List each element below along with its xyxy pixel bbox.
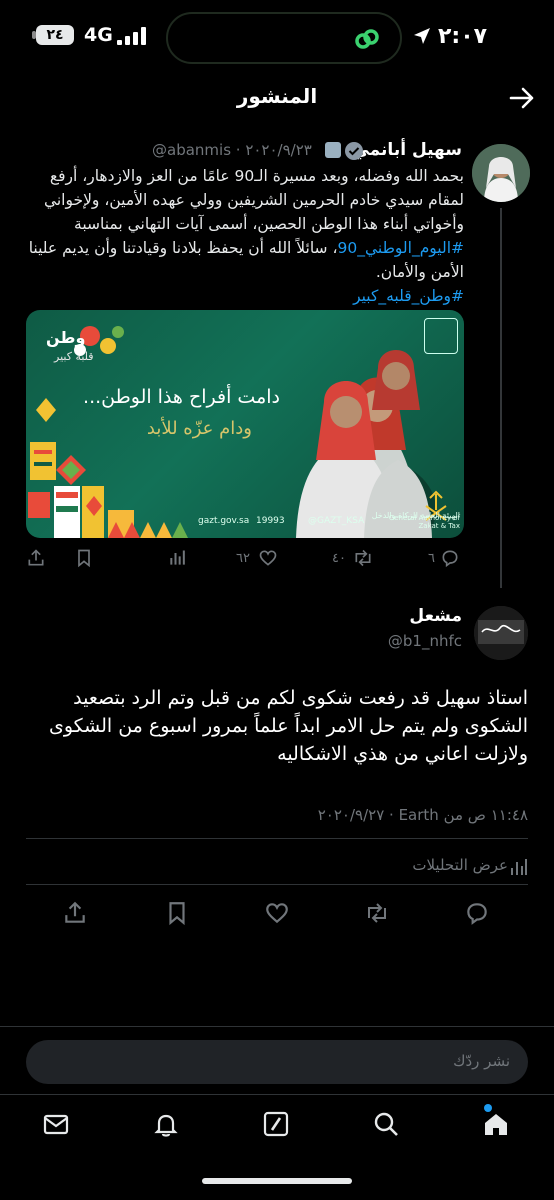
logo-badge: [424, 318, 458, 354]
tweet-text: بحمد الله وفضله، وبعد مسيرة الـ90 عامًا …: [14, 164, 464, 308]
share-icon[interactable]: [26, 548, 46, 568]
author-name[interactable]: مشعل: [409, 606, 462, 626]
compose-icon[interactable]: [262, 1110, 290, 1138]
network-type: 4G: [84, 24, 113, 46]
verified-badge-icon: [345, 142, 363, 160]
like-count: ٦٢: [236, 551, 250, 566]
avatar-photo: [472, 144, 530, 202]
view-analytics-link[interactable]: عرض التحليلات: [412, 856, 508, 874]
campaign-brand: وطن: [46, 328, 86, 347]
reply-icon[interactable]: [464, 900, 490, 926]
media-website: gazt.gov.sa: [198, 516, 250, 526]
analytics-icon[interactable]: [510, 858, 528, 876]
tweet-media-image[interactable]: وطن قلبه كبير دامت أفراح هذا الوطن... ود…: [26, 310, 464, 538]
home-indicator: [202, 1178, 352, 1184]
hashtag-link[interactable]: #اليوم_الوطني_90: [337, 239, 464, 257]
author-handle: @b1_nhfc: [387, 632, 462, 650]
battery-level: ٢٤: [36, 25, 74, 45]
bookmark-icon[interactable]: [74, 548, 94, 568]
signal-strength-icon: [117, 27, 146, 45]
arrow-right-icon[interactable]: [508, 86, 536, 110]
tweet-body: بحمد الله وفضله، وبعد مسيرة الـ90 عامًا …: [43, 167, 464, 233]
media-authority-en: General Authority of Zakat & Tax: [388, 514, 460, 530]
reply-placeholder: نشر ردّك: [453, 1052, 510, 1070]
media-phone: 19993: [256, 516, 285, 526]
heart-icon[interactable]: [264, 900, 290, 926]
media-headline: دامت أفراح هذا الوطن...: [83, 386, 280, 408]
reply-icon[interactable]: [440, 548, 460, 568]
avatar[interactable]: [474, 606, 528, 660]
portrait-figures: [296, 350, 436, 538]
avatar[interactable]: [472, 144, 530, 202]
bell-icon[interactable]: [152, 1110, 180, 1138]
thread-line: [500, 208, 502, 588]
media-subheadline: ودام عزّه للأبد: [146, 418, 252, 439]
reply-text: استاذ سهيل قد رفعت شكوى لكم من قبل وتم ا…: [48, 687, 528, 765]
hashtag-link[interactable]: #وطن_قلبه_كبير: [353, 287, 464, 305]
campaign-brand-sub: قلبه كبير: [54, 350, 94, 363]
search-icon[interactable]: [372, 1110, 400, 1138]
media-social-handle: @GAZT_KSA: [308, 516, 365, 526]
divider: [0, 1026, 554, 1027]
divider: [26, 884, 528, 885]
status-time: ٢:٠٧: [438, 24, 488, 49]
author-name[interactable]: سهيل أبانمي: [352, 140, 462, 160]
avatar-photo: [474, 606, 528, 660]
link-chain-icon: [355, 29, 379, 49]
location-arrow-icon: [414, 28, 430, 44]
flag-badge-icon: [325, 142, 341, 158]
home-icon[interactable]: [482, 1110, 510, 1138]
views-icon[interactable]: [168, 548, 188, 568]
author-handle-date: @abanmis · ٢٠٢٠/٩/٢٣: [152, 141, 312, 159]
page-title: المنشور: [236, 84, 318, 108]
reply-count: ٦: [428, 551, 435, 566]
retweet-icon[interactable]: [364, 900, 390, 926]
post-timestamp: ١١:٤٨ ص من Earth · ٢٠٢٠/٩/٢٧: [317, 806, 528, 824]
share-icon[interactable]: [62, 900, 88, 926]
heart-icon[interactable]: [258, 548, 278, 568]
divider: [26, 838, 528, 839]
retweet-icon[interactable]: [352, 548, 374, 568]
retweet-count: ٤٠: [332, 551, 346, 566]
bookmark-icon[interactable]: [164, 900, 190, 926]
mail-icon[interactable]: [42, 1110, 70, 1138]
